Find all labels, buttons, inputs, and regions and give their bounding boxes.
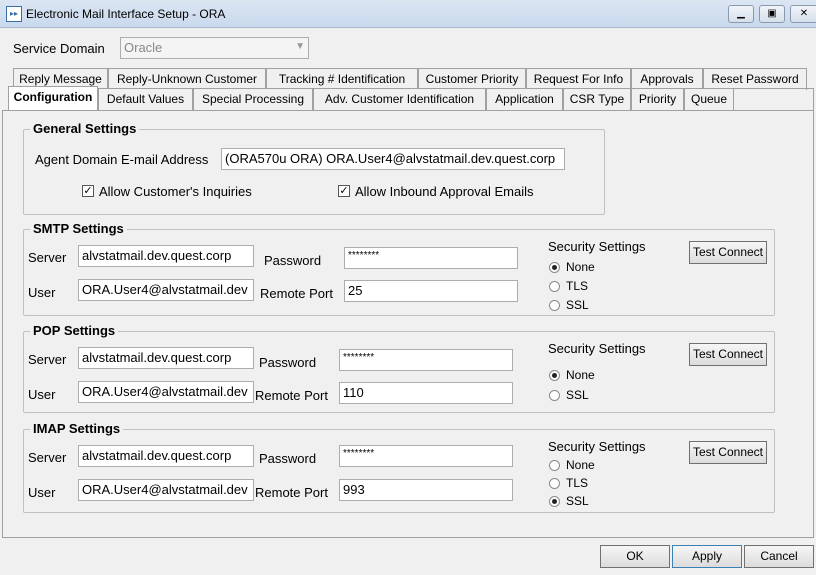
pop-test-connect-button[interactable]: Test Connect [689, 343, 767, 366]
pop-security-label: Security Settings [548, 341, 646, 356]
tab-queue[interactable]: Queue [684, 88, 734, 110]
agent-email-label: Agent Domain E-mail Address [35, 152, 209, 167]
imap-radio-tls[interactable] [549, 478, 560, 489]
tab-default-values[interactable]: Default Values [98, 88, 193, 110]
imap-settings-group: IMAP Settings Server alvstatmail.dev.quest… [23, 421, 775, 513]
pop-password-label: Password [259, 355, 317, 370]
smtp-radio-ssl[interactable] [549, 300, 560, 311]
imap-server-label: Server [28, 450, 67, 465]
allow-inquiries-checkbox[interactable]: ✓ [82, 185, 94, 197]
imap-port-input[interactable]: 993 [339, 479, 513, 501]
smtp-test-connect-button[interactable]: Test Connect [689, 241, 767, 264]
ok-button[interactable]: OK [600, 545, 670, 568]
smtp-user-label: User [28, 285, 56, 300]
tab-csr-type[interactable]: CSR Type [563, 88, 631, 110]
pop-server-label: Server [28, 352, 67, 367]
imap-security-label: Security Settings [548, 439, 646, 454]
apply-button[interactable]: Apply [672, 545, 742, 568]
smtp-security-label: Security Settings [548, 239, 646, 254]
smtp-radio-ssl-label: SSL [566, 298, 589, 312]
tab-special-processing[interactable]: Special Processing [193, 88, 313, 110]
smtp-title: SMTP Settings [30, 221, 127, 236]
tab-filler [734, 88, 814, 110]
general-settings-group: General Settings Agent Domain E-mail Add… [23, 121, 605, 215]
smtp-server-label: Server [28, 250, 67, 265]
pop-password-input[interactable]: ******** [339, 349, 513, 371]
smtp-settings-group: SMTP Settings Server alvstatmail.dev.quest… [23, 221, 775, 316]
cancel-button[interactable]: Cancel [744, 545, 814, 568]
imap-user-input[interactable]: ORA.User4@alvstatmail.dev [78, 479, 254, 501]
imap-radio-none[interactable] [549, 460, 560, 471]
minimize-icon[interactable]: ▁ [728, 5, 754, 23]
app-icon: ▸▸ [6, 6, 22, 22]
smtp-radio-none-label: None [566, 260, 595, 274]
tab-application[interactable]: Application [486, 88, 563, 110]
general-settings-title: General Settings [30, 121, 140, 136]
service-domain-value: Oracle [124, 40, 163, 55]
imap-title: IMAP Settings [30, 421, 124, 436]
smtp-port-label: Remote Port [260, 286, 333, 301]
imap-radio-none-label: None [566, 458, 595, 472]
smtp-port-input[interactable]: 25 [344, 280, 518, 302]
pop-radio-none-label: None [566, 368, 595, 382]
allow-inquiries-label: Allow Customer's Inquiries [99, 184, 252, 199]
pop-title: POP Settings [30, 323, 119, 338]
service-domain-select[interactable]: Oracle ▼ [120, 37, 309, 59]
allow-inbound-checkbox[interactable]: ✓ [338, 185, 350, 197]
imap-radio-ssl-label: SSL [566, 494, 589, 508]
tab-customer-priority[interactable]: Customer Priority [418, 68, 526, 90]
smtp-radio-tls[interactable] [549, 281, 560, 292]
pop-user-label: User [28, 387, 56, 402]
tab-priority[interactable]: Priority [631, 88, 684, 110]
pop-radio-ssl-label: SSL [566, 388, 589, 402]
tab-reset-password[interactable]: Reset Password [703, 68, 807, 90]
pop-port-input[interactable]: 110 [339, 382, 513, 404]
smtp-password-input[interactable]: ******** [344, 247, 518, 269]
smtp-server-input[interactable]: alvstatmail.dev.quest.corp [78, 245, 254, 267]
smtp-password-label: Password [264, 253, 322, 268]
imap-port-label: Remote Port [255, 485, 328, 500]
agent-email-input[interactable]: (ORA570u ORA) ORA.User4@alvstatmail.dev.… [221, 148, 565, 170]
smtp-user-input[interactable]: ORA.User4@alvstatmail.dev [78, 279, 254, 301]
tab-approvals[interactable]: Approvals [631, 68, 703, 90]
smtp-radio-tls-label: TLS [566, 279, 589, 293]
imap-password-input[interactable]: ******** [339, 445, 513, 467]
service-domain-label: Service Domain [13, 41, 105, 56]
configuration-panel: General Settings Agent Domain E-mail Add… [2, 110, 814, 538]
pop-port-label: Remote Port [255, 388, 328, 403]
pop-settings-group: POP Settings Server alvstatmail.dev.quest.… [23, 323, 775, 413]
imap-user-label: User [28, 485, 56, 500]
imap-radio-tls-label: TLS [566, 476, 589, 490]
title-bar: ▸▸ Electronic Mail Interface Setup - ORA… [0, 0, 816, 28]
tab-reply-unknown-customer[interactable]: Reply-Unknown Customer [108, 68, 266, 90]
pop-radio-none[interactable] [549, 370, 560, 381]
window-title: Electronic Mail Interface Setup - ORA [26, 7, 226, 21]
tab-request-for-info[interactable]: Request For Info [526, 68, 631, 90]
maximize-icon[interactable]: ▣ [759, 5, 785, 23]
pop-server-input[interactable]: alvstatmail.dev.quest.corp [78, 347, 254, 369]
pop-user-input[interactable]: ORA.User4@alvstatmail.dev [78, 381, 254, 403]
close-icon[interactable]: ✕ [790, 5, 816, 23]
smtp-radio-none[interactable] [549, 262, 560, 273]
chevron-down-icon: ▼ [295, 41, 305, 52]
pop-radio-ssl[interactable] [549, 390, 560, 401]
imap-radio-ssl[interactable] [549, 496, 560, 507]
imap-password-label: Password [259, 451, 317, 466]
tab-adv-customer-identification[interactable]: Adv. Customer Identification [313, 88, 486, 110]
tab-tracking-identification[interactable]: Tracking # Identification [266, 68, 418, 90]
imap-server-input[interactable]: alvstatmail.dev.quest.corp [78, 445, 254, 467]
allow-inbound-label: Allow Inbound Approval Emails [355, 184, 534, 199]
imap-test-connect-button[interactable]: Test Connect [689, 441, 767, 464]
tab-configuration[interactable]: Configuration [8, 86, 98, 110]
